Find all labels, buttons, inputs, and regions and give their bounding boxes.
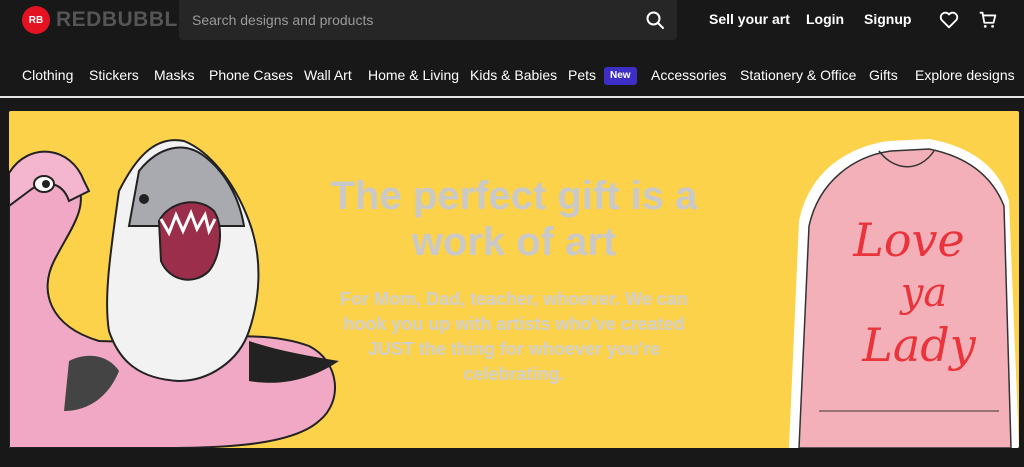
nav-phone-cases[interactable]: Phone Cases [209, 56, 293, 94]
nav-wall-art[interactable]: Wall Art [304, 56, 352, 94]
nav-stationery-office[interactable]: Stationery & Office [740, 56, 856, 94]
nav-home-living[interactable]: Home & Living [368, 56, 459, 94]
jacket-text-love: Love [852, 213, 964, 267]
nav-gifts[interactable]: Gifts [869, 56, 898, 94]
logo-mark: RB [22, 6, 50, 34]
cart-icon[interactable] [977, 9, 999, 31]
hero-title: The perfect gift is a work of art [330, 174, 698, 264]
nav-divider [0, 96, 1024, 98]
nav-stickers[interactable]: Stickers [89, 56, 139, 94]
nav-kids-babies[interactable]: Kids & Babies [470, 56, 557, 94]
search-bar [179, 0, 677, 40]
nav-accessories[interactable]: Accessories [651, 56, 726, 94]
shark-flamingo-illustration [9, 139, 339, 448]
logo-text: REDBUBBLE [56, 8, 193, 31]
login-link[interactable]: Login [806, 11, 844, 27]
heart-icon[interactable] [938, 9, 960, 31]
jacket-text-lady: Lady [861, 318, 976, 372]
jacket-text-ya: ya [899, 270, 947, 316]
new-badge: New [604, 67, 637, 86]
redbubble-logo[interactable]: RB REDBUBBLE [22, 6, 192, 34]
nav-masks[interactable]: Masks [154, 56, 194, 94]
nav-clothing[interactable]: Clothing [22, 56, 73, 94]
top-bar: RB REDBUBBLE Sell your art Login Signup [0, 0, 1024, 40]
category-nav: Clothing Stickers Masks Phone Cases Wall… [0, 56, 1024, 94]
hero-subtitle: For Mom, Dad, teacher, whoever. We can h… [340, 289, 688, 384]
signup-link[interactable]: Signup [864, 11, 911, 27]
nav-pets-label: Pets [568, 67, 597, 83]
sell-your-art-link[interactable]: Sell your art [709, 11, 790, 27]
search-icon[interactable] [645, 10, 665, 30]
hero-banner[interactable]: The perfect gift is a work of art For Mo… [9, 111, 1019, 448]
pink-jacket-illustration: Love ya Lady [789, 139, 1019, 448]
nav-pets[interactable]: Pets New [568, 56, 637, 94]
search-input[interactable] [179, 0, 632, 40]
nav-explore-designs[interactable]: Explore designs [915, 56, 1015, 94]
